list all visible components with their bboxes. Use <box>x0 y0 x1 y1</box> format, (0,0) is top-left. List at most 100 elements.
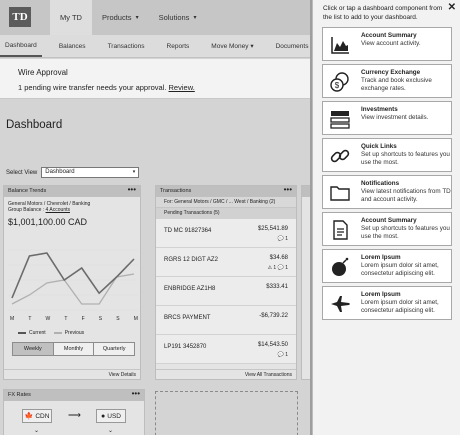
tab-reports[interactable]: Reports <box>162 35 195 57</box>
td-logo[interactable]: TD <box>9 7 31 27</box>
card-description: Lorem ipsum dolor sit amet, consectetur … <box>361 299 439 314</box>
card-title: Lorem Ipsum <box>361 254 401 261</box>
view-details-link[interactable]: View Details <box>4 369 140 379</box>
tab-weekly[interactable]: Weekly <box>13 343 54 355</box>
transaction-amount: -$6,739.22 <box>259 313 288 319</box>
balance-trends-panel: Balance Trends ••• General Motors / Chevr… <box>3 185 141 380</box>
transaction-amount: $25,541.89 <box>257 226 288 232</box>
main-app: TD My TD Products ▾ Solutions ▾ Dashboard … <box>0 0 310 435</box>
tab-monthly[interactable]: Monthly <box>53 343 95 355</box>
topnav-my-td[interactable]: My TD <box>50 0 92 35</box>
sub-nav: Dashboard Balances Transactions Reports … <box>0 35 310 58</box>
card-title: Investments <box>361 106 398 113</box>
comment-icon[interactable]: 💬 1 <box>278 236 288 242</box>
add-component-sidebar: Click or tap a dashboard component from … <box>312 0 460 435</box>
balance-trend-chart <box>8 249 138 311</box>
tab-move-money[interactable]: Move Money ▾ <box>206 35 258 57</box>
transactions-account: For: General Motors / GMC / ... West / B… <box>156 197 296 208</box>
chevron-down-icon: ▾ <box>135 15 139 21</box>
transaction-name: TD MC 91827364 <box>164 228 212 234</box>
review-link[interactable]: Review. <box>169 83 195 92</box>
component-card-account-summary[interactable]: Account Summary View account activity. <box>322 27 452 61</box>
component-card-investments[interactable]: Investments View investment details. <box>322 101 452 135</box>
view-all-transactions-link[interactable]: View All Transactions <box>156 369 296 379</box>
top-nav: My TD Products ▾ Solutions ▾ <box>50 0 206 35</box>
from-currency-select[interactable]: 🍁 CDN <box>22 409 52 423</box>
day-tick: T <box>28 316 32 322</box>
card-description: Set up shortcuts to features you use the… <box>361 225 450 240</box>
select-view-row: Select View Dashboard ▾ <box>6 167 140 178</box>
transaction-row[interactable]: RGRS 12 DIGT AZ2 $34.68 ⚠ 1 💬 1 <box>156 248 296 277</box>
card-description: Lorem ipsum dolor sit amet, consectetur … <box>361 262 439 277</box>
component-card-quick-links[interactable]: Quick Links Set up shortcuts to features… <box>322 138 452 172</box>
card-title: Lorem Ipsum <box>361 291 401 298</box>
day-tick: W <box>45 316 51 322</box>
card-description: View investment details. <box>361 114 429 121</box>
chevron-down-icon: ▾ <box>132 169 136 175</box>
more-options-icon[interactable]: ••• <box>284 186 292 194</box>
fx-rates-panel: FX Rates ••• 🍁 CDN ⟶ ● USD ⌄ ⌄ <box>3 389 145 435</box>
more-options-icon[interactable]: ••• <box>128 186 136 194</box>
panel-header: Transactions ••• <box>156 186 296 197</box>
tab-transactions[interactable]: Transactions <box>103 35 150 57</box>
card-title: Account Summary <box>361 217 417 224</box>
comment-icon[interactable]: 💬 1 <box>278 352 288 358</box>
day-tick: M <box>10 316 15 322</box>
transaction-row[interactable]: BRCS PAYMENT -$6,739.22 <box>156 306 296 335</box>
to-currency-select[interactable]: ● USD <box>96 409 126 423</box>
day-tick: S <box>116 316 120 322</box>
link-icon <box>330 149 350 163</box>
alert-message: 1 pending wire transfer needs your appro… <box>18 83 167 92</box>
tab-balances[interactable]: Balances <box>54 35 91 57</box>
transaction-row[interactable]: LP191 3452870 $14,543.50 💬 1 <box>156 335 296 364</box>
group-balance-label: Group Balance : <box>8 207 45 213</box>
currency-exchange-icon: $ <box>330 72 349 92</box>
topnav-label: Products <box>101 13 132 22</box>
select-view-label: Select View <box>6 169 38 176</box>
day-tick: F <box>81 316 85 322</box>
svg-text:$: $ <box>335 81 340 90</box>
close-icon[interactable]: ✕ <box>448 2 456 13</box>
folder-icon <box>330 186 350 201</box>
panel-header: Balance Trends ••• <box>4 186 140 197</box>
component-card-account-summary-2[interactable]: Account Summary Set up shortcuts to feat… <box>322 212 452 246</box>
period-tabs: Weekly Monthly Quarterly <box>12 342 135 356</box>
canada-flag-icon: 🍁 <box>24 413 34 420</box>
tab-dashboard[interactable]: Dashboard <box>0 35 42 57</box>
chevron-down-icon: ▾ <box>193 15 197 21</box>
tab-label: Move Money <box>211 42 249 50</box>
more-options-icon[interactable]: ••• <box>132 390 140 398</box>
transaction-row[interactable]: ENBRIDGE AZ1H8 $333.41 <box>156 277 296 306</box>
legend-previous: Previous <box>64 330 85 336</box>
tab-documents[interactable]: Documents <box>271 35 310 57</box>
topnav-solutions[interactable]: Solutions ▾ <box>149 0 207 35</box>
tab-quarterly[interactable]: Quarterly <box>94 343 135 355</box>
empty-widget-slot[interactable] <box>155 391 298 435</box>
balance-amount: $1,001,100.00 CAD <box>8 217 88 227</box>
select-view-dropdown[interactable]: Dashboard ▾ <box>41 167 140 178</box>
card-title: Currency Exchange <box>361 69 421 76</box>
alert-message-line: 1 pending wire transfer needs your appro… <box>18 83 292 92</box>
chart-legend: Current Previous <box>18 330 84 336</box>
panel-title: Transactions <box>160 188 192 194</box>
legend-swatch-current <box>18 332 26 334</box>
group-accounts-link[interactable]: 4 Accounts <box>46 207 70 213</box>
chevron-down-icon[interactable]: ⌄ <box>34 427 39 434</box>
fx-body: 🍁 CDN ⟶ ● USD ⌄ ⌄ <box>4 401 144 435</box>
component-card-lorem-ipsum-2[interactable]: Lorem Ipsum Lorem ipsum dolor sit amet, … <box>322 286 452 320</box>
chart-icon <box>331 37 349 54</box>
card-description: Track and book exclusive exchange rates. <box>361 77 432 92</box>
to-currency: USD <box>107 412 121 420</box>
panel-header: FX Rates ••• <box>4 390 144 401</box>
sidebar-intro: Click or tap a dashboard component from … <box>323 5 443 21</box>
document-icon <box>333 220 348 240</box>
transaction-row[interactable]: TD MC 91827364 $25,541.89 💬 1 <box>156 219 296 248</box>
component-card-notifications[interactable]: Notifications View latest notifications … <box>322 175 452 209</box>
warning-comment-icon[interactable]: ⚠ 1 💬 1 <box>268 265 288 271</box>
panel-title: Balance Trends <box>8 188 47 194</box>
component-card-currency-exchange[interactable]: $ Currency Exchange Track and book exclu… <box>322 64 452 98</box>
topnav-products[interactable]: Products ▾ <box>92 0 149 35</box>
component-card-lorem-ipsum-1[interactable]: Lorem Ipsum Lorem ipsum dolor sit amet, … <box>322 249 452 283</box>
top-bar: TD My TD Products ▾ Solutions ▾ <box>0 0 310 35</box>
chevron-down-icon[interactable]: ⌄ <box>108 427 113 434</box>
